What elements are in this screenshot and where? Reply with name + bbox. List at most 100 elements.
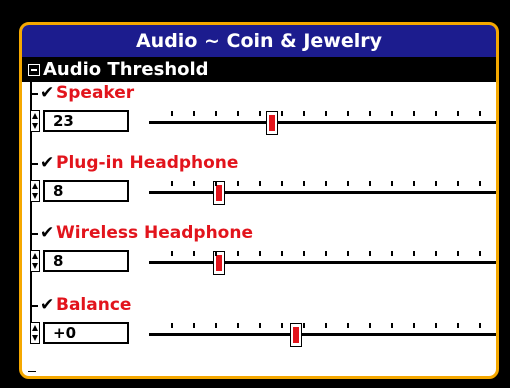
slider-tick [457, 323, 459, 328]
tree-branch [30, 233, 38, 235]
tree-branch [30, 305, 38, 307]
plugin-headphone-value-field[interactable]: 8 [43, 180, 129, 202]
balance-value-field[interactable]: +0 [43, 322, 129, 344]
slider-tick [171, 323, 173, 328]
slider-tick [435, 323, 437, 328]
slider-tick [369, 111, 371, 116]
slider-tick [281, 111, 283, 116]
slider-tick [259, 251, 261, 256]
slider-tick [325, 181, 327, 186]
slider-tick [193, 181, 195, 186]
wireless-headphone-slider-track[interactable] [149, 261, 496, 264]
slider-tick [391, 181, 393, 186]
checkmark-icon[interactable]: ✔ [40, 295, 54, 315]
slider-tick [435, 181, 437, 186]
speaker-value-field[interactable]: 23 [43, 110, 129, 132]
collapse-icon[interactable] [28, 63, 40, 76]
slider-tick [237, 181, 239, 186]
slider-tick [457, 251, 459, 256]
slider-tick [325, 251, 327, 256]
slider-tick [281, 181, 283, 186]
arrow-down-icon[interactable] [32, 263, 38, 269]
slider-tick [237, 323, 239, 328]
slider-tick [479, 323, 481, 328]
slider-tick [369, 251, 371, 256]
slider-tick [479, 111, 481, 116]
slider-tick [479, 181, 481, 186]
slider-tick [215, 111, 217, 116]
slider-tick [171, 251, 173, 256]
slider-tick [303, 111, 305, 116]
value-stepper[interactable] [30, 322, 40, 344]
speaker-slider-track[interactable] [149, 121, 496, 124]
balance-slider-thumb[interactable] [290, 323, 302, 347]
slider-tick [413, 111, 415, 116]
arrow-up-icon[interactable] [32, 325, 38, 331]
slider-tick [435, 251, 437, 256]
slider-tick [479, 251, 481, 256]
slider-tick [369, 323, 371, 328]
tree-branch [30, 163, 38, 165]
plugin-headphone-slider-track[interactable] [149, 191, 496, 194]
slider-tick [215, 181, 217, 186]
arrow-down-icon[interactable] [32, 193, 38, 199]
checkmark-icon[interactable]: ✔ [40, 83, 54, 103]
slider-tick [237, 251, 239, 256]
speaker-slider-thumb[interactable] [265, 111, 278, 135]
setting-label-balance: Balance [56, 295, 132, 315]
slider-tick [347, 111, 349, 116]
slider-tick [259, 181, 261, 186]
arrow-down-icon[interactable] [32, 123, 38, 129]
slider-tick [413, 323, 415, 328]
slider-tick [171, 111, 173, 116]
slider-tick [281, 323, 283, 328]
arrow-up-icon[interactable] [32, 113, 38, 119]
slider-tick [303, 323, 305, 328]
slider-tick [237, 111, 239, 116]
setting-label-wireless-headphone: Wireless Headphone [56, 223, 253, 243]
slider-tick [215, 323, 217, 328]
slider-tick [347, 323, 349, 328]
section-header-audio-threshold[interactable]: Audio Threshold [22, 57, 496, 82]
value-stepper[interactable] [30, 180, 40, 202]
slider-tick [193, 323, 195, 328]
slider-tick [413, 181, 415, 186]
arrow-up-icon[interactable] [32, 183, 38, 189]
slider-tick [391, 323, 393, 328]
slider-tick [391, 111, 393, 116]
audio-settings-panel: Audio ~ Coin & Jewelry Audio Threshold ✔… [19, 22, 499, 379]
wireless-headphone-value-field[interactable]: 8 [43, 250, 129, 272]
slider-tick [193, 251, 195, 256]
value-stepper[interactable] [30, 110, 40, 132]
slider-tick [193, 111, 195, 116]
slider-tick [215, 251, 217, 256]
slider-tick [281, 251, 283, 256]
slider-tick [259, 323, 261, 328]
slider-tick [435, 111, 437, 116]
slider-tick [369, 181, 371, 186]
slider-tick [325, 323, 327, 328]
slider-tick [457, 181, 459, 186]
slider-tick [391, 251, 393, 256]
checkmark-icon[interactable]: ✔ [40, 223, 54, 243]
slider-tick [303, 181, 305, 186]
arrow-up-icon[interactable] [32, 253, 38, 259]
slider-tick [325, 111, 327, 116]
setting-label-speaker: Speaker [56, 83, 135, 103]
tree-node-icon [28, 371, 36, 376]
setting-label-plugin-headphone: Plug-in Headphone [56, 153, 239, 173]
arrow-down-icon[interactable] [32, 335, 38, 341]
slider-tick [347, 251, 349, 256]
slider-tick [303, 251, 305, 256]
balance-slider-track[interactable] [149, 333, 496, 336]
tree-branch [30, 93, 38, 95]
checkmark-icon[interactable]: ✔ [40, 153, 54, 173]
slider-tick [457, 111, 459, 116]
slider-tick [259, 111, 261, 116]
value-stepper[interactable] [30, 250, 40, 272]
slider-tick [347, 181, 349, 186]
slider-tick [171, 181, 173, 186]
window-title: Audio ~ Coin & Jewelry [22, 25, 496, 57]
section-title: Audio Threshold [43, 59, 209, 80]
slider-tick [413, 251, 415, 256]
